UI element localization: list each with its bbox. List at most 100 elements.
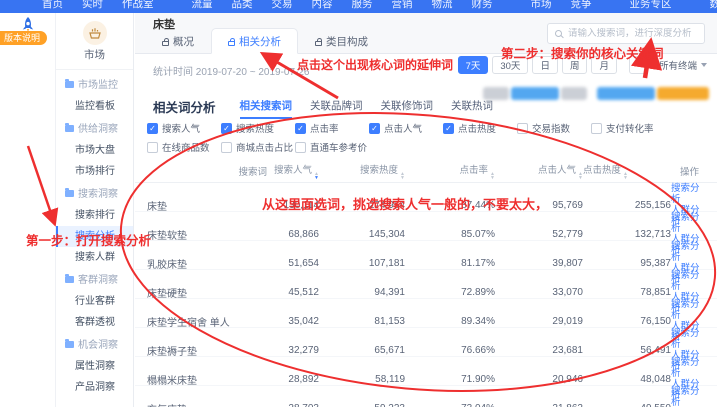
- navbar-item[interactable]: 首页: [42, 0, 63, 11]
- metric-checkbox[interactable]: 点击人气: [369, 121, 443, 135]
- navbar-item[interactable]: 内容: [312, 0, 333, 11]
- navbar-item[interactable]: 市场: [531, 0, 552, 11]
- navbar-item[interactable]: 流量: [192, 0, 213, 11]
- column-header[interactable]: 点击人气▲▼: [495, 162, 583, 180]
- main-content: 床垫 概况 相关分析 类目构成: [135, 13, 717, 407]
- sort-icon[interactable]: ▲▼: [623, 172, 628, 180]
- sidebar-item[interactable]: 搜索人群: [56, 247, 133, 268]
- page-tab[interactable]: 相关分析: [211, 28, 298, 54]
- navbar-item[interactable]: 作战室: [122, 0, 154, 11]
- column-header[interactable]: 搜索人气▲▼: [267, 162, 319, 180]
- sidebar-item[interactable]: 客群透视: [56, 312, 133, 333]
- navbar-items: 首页 实时 作战室 流量 品类 交易 内容 服务 营销 物流 财务: [0, 0, 717, 13]
- search-analysis-link[interactable]: 搜索分析: [671, 357, 707, 379]
- range-button[interactable]: 月: [591, 56, 617, 74]
- sidebar-item[interactable]: 搜索分析: [56, 226, 133, 247]
- search-analysis-link[interactable]: 搜索分析: [671, 270, 707, 292]
- range-button[interactable]: 周: [562, 56, 588, 74]
- range-button[interactable]: 7天: [458, 56, 489, 74]
- search-popularity-cell: 130,114: [267, 200, 319, 211]
- checkbox-icon: [295, 123, 306, 134]
- metric-checkbox[interactable]: 直通车参考价: [295, 140, 369, 154]
- metric-checkbox[interactable]: 点击率: [295, 121, 369, 135]
- sidebar-item[interactable]: 行业客群: [56, 291, 133, 312]
- navbar-item[interactable]: 竞争: [571, 0, 592, 11]
- metric-label: 点击人气: [384, 121, 422, 135]
- range-button[interactable]: 30天: [492, 56, 528, 74]
- metric-checkbox[interactable]: 搜索热度: [221, 121, 295, 135]
- sidebar-item[interactable]: 客群洞察: [56, 270, 133, 291]
- navbar-item[interactable]: 财务: [472, 0, 493, 11]
- click-rate-cell: 72.89%: [405, 287, 495, 298]
- sidebar-item[interactable]: 产品洞察: [56, 377, 133, 398]
- terminal-dropdown[interactable]: 所有终端: [659, 58, 707, 72]
- metric-checkbox[interactable]: 在线商品数: [147, 140, 221, 154]
- sidebar-item[interactable]: 搜索洞察: [56, 184, 133, 205]
- related-words-section: 相关词分析 相关搜索词 关联品牌词 关联修饰词 关联热词: [153, 97, 493, 119]
- search-analysis-link[interactable]: 搜索分析: [671, 212, 707, 234]
- search-input[interactable]: [568, 28, 700, 39]
- blurred-group-left: [483, 87, 587, 100]
- column-header[interactable]: 操作▲▼: [671, 164, 709, 178]
- section-tab[interactable]: 关联热词: [451, 98, 493, 119]
- sidebar-item[interactable]: 市场大盘: [56, 140, 133, 161]
- section-tab[interactable]: 关联品牌词: [310, 98, 363, 119]
- column-header[interactable]: 搜索词▲▼: [147, 164, 267, 178]
- click-popularity-cell: 52,779: [495, 229, 583, 240]
- metric-checkbox[interactable]: 搜索人气: [147, 121, 221, 135]
- sidebar-item[interactable]: 市场监控: [56, 75, 133, 96]
- sidebar-item[interactable]: 搜索排行: [56, 205, 133, 226]
- search-analysis-link[interactable]: 搜索分析: [671, 386, 707, 407]
- sidebar-item[interactable]: 供给洞察: [56, 119, 133, 140]
- column-header[interactable]: 点击热度▲▼: [583, 162, 671, 180]
- sidebar-item[interactable]: 市场排行: [56, 161, 133, 182]
- metric-checkbox[interactable]: 商城点击占比: [221, 140, 295, 154]
- click-popularity-cell: 20,946: [495, 374, 583, 385]
- search-analysis-link[interactable]: 搜索分析: [671, 183, 707, 205]
- navbar-item-label: 流量: [192, 0, 213, 10]
- sidebar-item[interactable]: 机会洞察: [56, 335, 133, 356]
- blurred-toolbar: [483, 87, 709, 100]
- checkbox-icon: [591, 123, 602, 134]
- search-analysis-link[interactable]: 搜索分析: [671, 328, 707, 350]
- sidebar-item-label: 搜索排行: [75, 210, 115, 221]
- navbar-item[interactable]: 交易: [272, 0, 293, 11]
- version-badge[interactable]: 版本说明: [0, 31, 47, 45]
- metric-checkbox[interactable]: 点击热度: [443, 121, 517, 135]
- navbar-item[interactable]: 数据: [710, 0, 717, 11]
- market-module-icon[interactable]: [83, 21, 107, 45]
- search-popularity-cell: 51,654: [267, 258, 319, 269]
- range-button[interactable]: 日: [532, 56, 558, 74]
- keyword-cell: 床垫: [147, 198, 267, 213]
- sidebar-item[interactable]: 属性洞察: [56, 356, 133, 377]
- navbar-item[interactable]: 营销: [392, 0, 413, 11]
- sidebar-item[interactable]: 监控看板: [56, 96, 133, 117]
- blurred-group-right: [597, 87, 709, 100]
- sidebar-item-label: 客群洞察: [78, 275, 118, 286]
- metric-checkbox[interactable]: 支付转化率: [591, 121, 665, 135]
- section-tab[interactable]: 关联修饰词: [381, 98, 434, 119]
- column-header[interactable]: 搜索热度▲▼: [319, 162, 405, 180]
- search-analysis-link[interactable]: 搜索分析: [671, 299, 707, 321]
- search-box[interactable]: [547, 23, 705, 44]
- page-tab[interactable]: 概况: [145, 28, 211, 54]
- navbar-item[interactable]: 实时: [82, 0, 103, 11]
- navbar-item[interactable]: 品类: [232, 0, 253, 11]
- column-header[interactable]: 点击率▲▼: [405, 162, 495, 180]
- navbar-item[interactable]: 服务: [352, 0, 373, 11]
- navbar-item[interactable]: 物流: [432, 0, 453, 11]
- lock-icon: [315, 41, 322, 46]
- search-analysis-link[interactable]: 搜索分析: [671, 241, 707, 263]
- metric-checkbox[interactable]: 交易指数: [517, 121, 591, 135]
- metric-label: 支付转化率: [606, 121, 654, 135]
- search-popularity-cell: 28,703: [267, 403, 319, 407]
- section-tab[interactable]: 相关搜索词: [240, 98, 293, 119]
- table-body: 床垫 130,114 274,954 87.44% 95,769 255,156…: [135, 183, 717, 407]
- navbar-item[interactable]: 业务专区: [630, 0, 672, 11]
- search-heat-cell: 145,304: [319, 229, 405, 240]
- sidebar: 市场 市场监控 监控看板 供给洞察 市场大盘: [56, 13, 134, 407]
- checkbox-icon: [221, 142, 232, 153]
- sidebar-item-label: 市场排行: [75, 166, 115, 177]
- next-page-button[interactable]: >: [629, 56, 647, 74]
- page-tab[interactable]: 类目构成: [298, 28, 385, 54]
